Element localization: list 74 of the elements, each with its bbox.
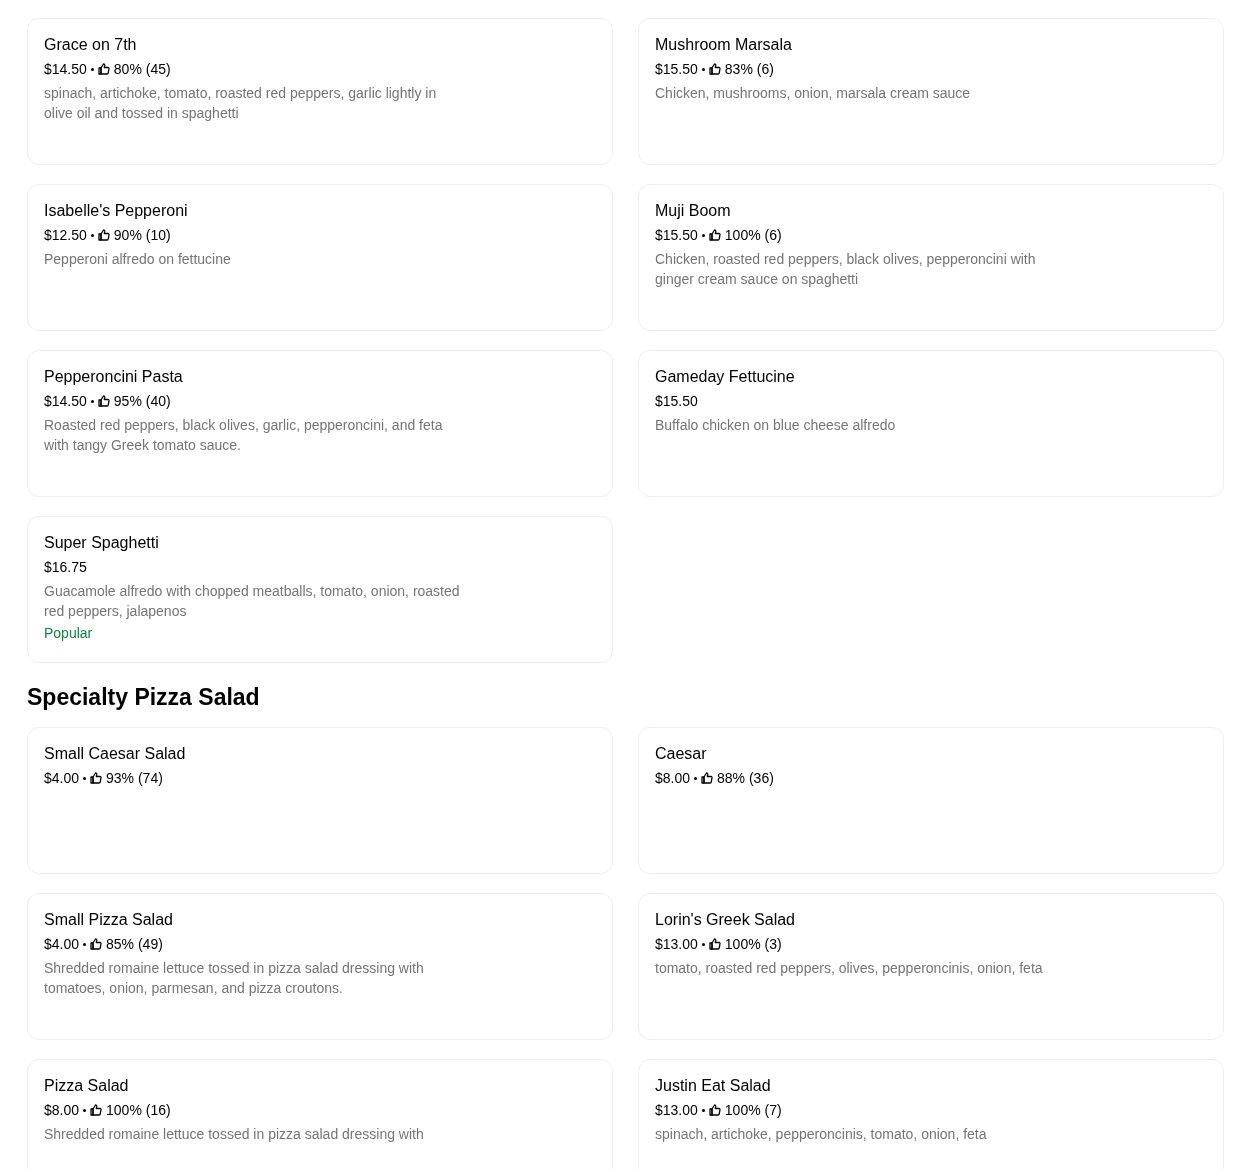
item-description: spinach, artichoke, pepperoncinis, tomato, onion, feta: [655, 1125, 988, 1144]
item-name: Grace on 7th: [44, 35, 138, 55]
item-price: $14.50: [44, 60, 87, 79]
item-price: $14.50: [44, 392, 87, 411]
thumbs-up-icon: [708, 1104, 721, 1116]
item-description: Buffalo chicken on blue cheese alfredo: [655, 416, 897, 435]
item-price: $4.00: [44, 769, 80, 788]
item-rating: 100% (16): [106, 1101, 171, 1120]
item-rating: 83% (6): [724, 60, 774, 79]
item-name: Mushroom Marsala: [655, 35, 793, 55]
menu-item-card[interactable]: Caesar $8.00 88% (36): [638, 727, 1224, 874]
menu-item-card[interactable]: Super Spaghetti $16.75 Guacamole alfredo with chopped meatballs, tomato, onion, roasted red peppers, jalapenos Popular: [27, 516, 613, 663]
item-price: $16.75: [44, 558, 87, 577]
menu-item-card[interactable]: Pepperoncini Pasta $14.50 95% (40) Roasted red peppers, black olives, garlic, pepperoncini, and feta with tangy Greek tomato sauce.: [27, 350, 613, 497]
item-price: $15.50: [655, 392, 698, 411]
thumbs-up-icon: [97, 229, 110, 241]
item-price: $12.50: [44, 226, 87, 245]
item-description: Roasted red peppers, black olives, garlic, pepperoncini, and feta with tangy Greek tomato sauce.: [44, 416, 444, 455]
item-rating: 93% (74): [106, 769, 163, 788]
item-price: $4.00: [44, 935, 80, 954]
menu-item-card[interactable]: Muji Boom $15.50 100% (6) Chicken, roasted red peppers, black olives, pepperoncini with ginger cream sauce on spaghetti: [638, 184, 1224, 331]
item-rating: 100% (7): [724, 1101, 782, 1120]
item-name: Small Pizza Salad: [44, 910, 174, 930]
item-description: Shredded romaine lettuce tossed in pizza salad dressing with tomatoes, onion, parmesan, and pizza croutons.: [44, 959, 425, 998]
item-price: $15.50: [655, 226, 698, 245]
item-price: $15.50: [655, 60, 698, 79]
item-rating: 100% (3): [724, 935, 782, 954]
item-description: Pepperoni alfredo on fettucine: [44, 250, 232, 269]
item-rating: 85% (49): [106, 935, 163, 954]
menu-item-card[interactable]: Gameday Fettucine $15.50 Buffalo chicken on blue cheese alfredo: [638, 350, 1224, 497]
thumbs-up-icon: [90, 772, 103, 784]
item-name: Caesar: [655, 744, 708, 764]
item-name: Pepperoncini Pasta: [44, 367, 184, 387]
item-description: Chicken, roasted red peppers, black olives, pepperoncini with ginger cream sauce on spaghetti: [655, 250, 1037, 289]
item-name: Justin Eat Salad: [655, 1076, 772, 1096]
item-price: $8.00: [44, 1101, 80, 1120]
menu-item-card[interactable]: Justin Eat Salad $13.00 100% (7) spinach, artichoke, pepperoncinis, tomato, onion, feta: [638, 1059, 1224, 1169]
menu-item-card[interactable]: Mushroom Marsala $15.50 83% (6) Chicken, mushrooms, onion, marsala cream sauce: [638, 18, 1224, 165]
item-description: spinach, artichoke, tomato, roasted red peppers, garlic lightly in olive oil and tossed in spaghetti: [44, 84, 438, 123]
item-rating: 88% (36): [717, 769, 774, 788]
item-description: Chicken, mushrooms, onion, marsala cream sauce: [655, 84, 972, 103]
menu-item-card[interactable]: Small Caesar Salad $4.00 93% (74): [27, 727, 613, 874]
menu-item-card[interactable]: Pizza Salad $8.00 100% (16) Shredded romaine lettuce tossed in pizza salad dressing with: [27, 1059, 613, 1169]
thumbs-up-icon: [90, 938, 103, 950]
menu-item-card[interactable]: Isabelle's Pepperoni $12.50 90% (10) Pepperoni alfredo on fettucine: [27, 184, 613, 331]
thumbs-up-icon: [97, 63, 110, 75]
item-rating: 80% (45): [113, 60, 171, 79]
menu-item-card[interactable]: Small Pizza Salad $4.00 85% (49) Shredded romaine lettuce tossed in pizza salad dressing with tomatoes, onion, parmesan, and pizza croutons.: [27, 893, 613, 1040]
item-name: Pizza Salad: [44, 1076, 130, 1096]
section-heading: Specialty Pizza Salad: [27, 683, 261, 712]
item-description: Guacamole alfredo with chopped meatballs, tomato, onion, roasted red peppers, jalapenos: [44, 582, 461, 621]
menu-item-card[interactable]: Lorin's Greek Salad $13.00 100% (3) tomato, roasted red peppers, olives, pepperoncinis, onion, feta: [638, 893, 1224, 1040]
thumbs-up-icon: [708, 63, 721, 75]
item-price: $13.00: [655, 935, 698, 954]
thumbs-up-icon: [708, 229, 721, 241]
thumbs-up-icon: [90, 1104, 103, 1116]
item-name: Isabelle's Pepperoni: [44, 201, 189, 221]
item-name: Lorin's Greek Salad: [655, 910, 796, 930]
thumbs-up-icon: [701, 772, 714, 784]
popular-tag: Popular: [44, 623, 596, 643]
item-name: Small Caesar Salad: [44, 744, 187, 764]
item-rating: 100% (6): [724, 226, 782, 245]
item-name: Super Spaghetti: [44, 533, 160, 553]
item-rating: 95% (40): [113, 392, 171, 411]
item-name: Gameday Fettucine: [655, 367, 796, 387]
item-price: $13.00: [655, 1101, 698, 1120]
item-rating: 90% (10): [113, 226, 171, 245]
item-price: $8.00: [655, 769, 691, 788]
thumbs-up-icon: [708, 938, 721, 950]
item-name: Muji Boom: [655, 201, 732, 221]
menu-item-card[interactable]: Grace on 7th $14.50 80% (45) spinach, artichoke, tomato, roasted red peppers, garlic lightly in olive oil and tossed in spaghetti: [27, 18, 613, 165]
item-description: tomato, roasted red peppers, olives, pepperoncinis, onion, feta: [655, 959, 1044, 978]
item-description: Shredded romaine lettuce tossed in pizza salad dressing with: [44, 1125, 425, 1144]
thumbs-up-icon: [97, 395, 110, 407]
